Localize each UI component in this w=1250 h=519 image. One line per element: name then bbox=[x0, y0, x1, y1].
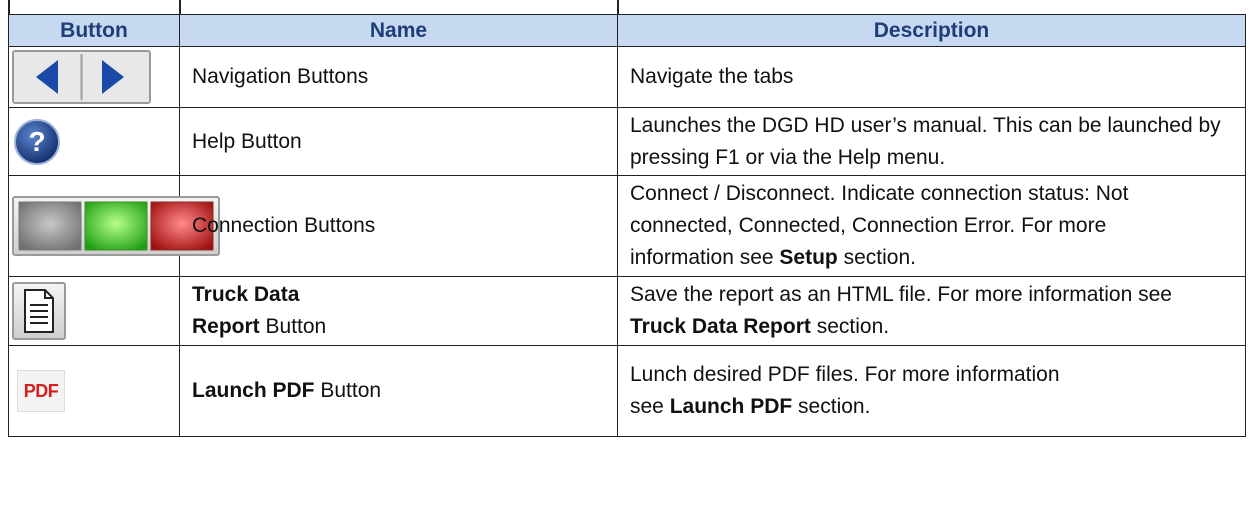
document-icon[interactable] bbox=[12, 282, 66, 340]
table-row: PDF Launch PDF Button Lunch desired PDF … bbox=[8, 345, 1246, 437]
row-name: Navigation Buttons bbox=[179, 46, 618, 108]
connected-icon[interactable] bbox=[83, 200, 149, 252]
pdf-icon[interactable]: PDF bbox=[17, 370, 65, 412]
table-header-row: Button Name Description bbox=[8, 14, 1246, 47]
row-description: Connect / Disconnect. Indicate connectio… bbox=[617, 175, 1246, 277]
row-description: Lunch desired PDF files. For more inform… bbox=[617, 345, 1246, 437]
button-reference-table: Button Name Description Navigation Butto… bbox=[8, 14, 1246, 437]
row-name: Connection Buttons bbox=[179, 175, 618, 277]
table-row: Navigation Buttons Navigate the tabs bbox=[8, 46, 1246, 108]
help-icon[interactable]: ? bbox=[13, 118, 61, 166]
button-cell bbox=[8, 46, 180, 108]
navigation-buttons[interactable] bbox=[9, 50, 179, 104]
table-row: Truck Data Report Button Save the report… bbox=[8, 276, 1246, 346]
table-row: ? Help Button Launches the DGD HD user’s… bbox=[8, 107, 1246, 176]
table-row: Connection Buttons Connect / Disconnect.… bbox=[8, 175, 1246, 277]
button-cell: ? bbox=[8, 107, 180, 176]
previous-table-border bbox=[0, 0, 1250, 14]
button-cell bbox=[8, 276, 180, 346]
not-connected-icon[interactable] bbox=[17, 200, 83, 252]
button-cell: PDF bbox=[8, 345, 180, 437]
navigation-arrows-icon[interactable] bbox=[12, 50, 151, 104]
row-name: Truck Data Report Button bbox=[179, 276, 618, 346]
header-button: Button bbox=[8, 14, 180, 47]
connection-buttons[interactable] bbox=[12, 196, 220, 256]
row-description: Navigate the tabs bbox=[617, 46, 1246, 108]
header-description: Description bbox=[617, 14, 1246, 47]
header-name: Name bbox=[179, 14, 618, 47]
button-cell bbox=[8, 175, 220, 277]
row-description: Launches the DGD HD user’s manual. This … bbox=[617, 107, 1246, 176]
row-description: Save the report as an HTML file. For mor… bbox=[617, 276, 1246, 346]
row-name: Help Button bbox=[179, 107, 618, 176]
row-name: Launch PDF Button bbox=[179, 345, 618, 437]
svg-text:?: ? bbox=[28, 126, 45, 157]
